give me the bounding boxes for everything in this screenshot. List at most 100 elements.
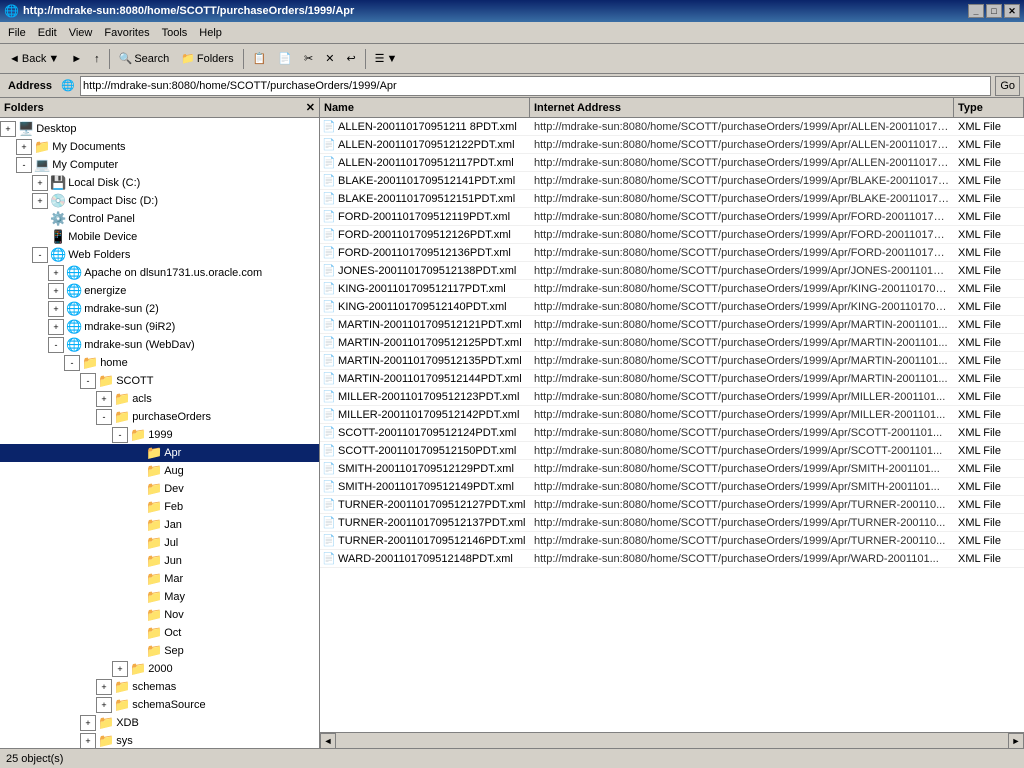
tree-item-may[interactable]: 📁 May <box>0 588 319 606</box>
views-dropdown-icon[interactable]: ▼ <box>387 53 398 65</box>
file-row[interactable]: 📄 SCOTT-2001101709512150PDT.xml http://m… <box>320 442 1024 460</box>
tree-expander[interactable]: + <box>16 139 32 155</box>
folders-close-button[interactable]: ✕ <box>306 101 315 114</box>
file-row[interactable]: 📄 KING-2001101709512140PDT.xml http://md… <box>320 298 1024 316</box>
menu-file[interactable]: File <box>2 25 32 41</box>
undo-button[interactable]: ↩ <box>341 49 360 68</box>
tree-item-my-docs[interactable]: + 📁 My Documents <box>0 138 319 156</box>
tree-item-jan[interactable]: 📁 Jan <box>0 516 319 534</box>
copy-button[interactable]: 📋 <box>248 49 272 68</box>
tree-expander[interactable]: + <box>48 283 64 299</box>
tree-item-compact-disc[interactable]: + 💿 Compact Disc (D:) <box>0 192 319 210</box>
tree-item-sep[interactable]: 📁 Sep <box>0 642 319 660</box>
menu-help[interactable]: Help <box>193 25 228 41</box>
tree-expander[interactable]: + <box>48 301 64 317</box>
horizontal-scrollbar[interactable]: ◄ ► <box>320 732 1024 748</box>
file-row[interactable]: 📄 FORD-2001101709512136PDT.xml http://md… <box>320 244 1024 262</box>
tree-item-scott[interactable]: - 📁 SCOTT <box>0 372 319 390</box>
col-header-internet[interactable]: Internet Address <box>530 98 954 117</box>
tree-expander[interactable]: - <box>16 157 32 173</box>
tree-expander[interactable]: + <box>96 679 112 695</box>
tree-expander[interactable]: - <box>48 337 64 353</box>
tree-item-year-1999[interactable]: - 📁 1999 <box>0 426 319 444</box>
tree-expander[interactable]: - <box>80 373 96 389</box>
tree-item-acls[interactable]: + 📁 acls <box>0 390 319 408</box>
address-input[interactable] <box>80 76 991 96</box>
tree-item-mobile-device[interactable]: 📱 Mobile Device <box>0 228 319 246</box>
tree-item-sys[interactable]: + 📁 sys <box>0 732 319 748</box>
window-controls[interactable]: _ □ ✕ <box>968 4 1020 18</box>
tree-item-mdrake-sun-webdav[interactable]: - 🌐 mdrake-sun (WebDav) <box>0 336 319 354</box>
tree-item-home[interactable]: - 📁 home <box>0 354 319 372</box>
file-row[interactable]: 📄 MARTIN-2001101709512125PDT.xml http://… <box>320 334 1024 352</box>
tree-item-mdrake-sun-9ir2[interactable]: + 🌐 mdrake-sun (9iR2) <box>0 318 319 336</box>
col-header-type[interactable]: Type <box>954 98 1024 117</box>
tree-expander[interactable]: - <box>64 355 80 371</box>
folders-tree[interactable]: + 🖥️ Desktop + 📁 My Documents - 💻 My Com… <box>0 118 319 748</box>
file-row[interactable]: 📄 SMITH-2001101709512149PDT.xml http://m… <box>320 478 1024 496</box>
tree-item-schemasource[interactable]: + 📁 schemaSource <box>0 696 319 714</box>
close-button[interactable]: ✕ <box>1004 4 1020 18</box>
file-row[interactable]: 📄 FORD-2001101709512119PDT.xml http://md… <box>320 208 1024 226</box>
tree-expander[interactable]: + <box>32 193 48 209</box>
tree-item-jun[interactable]: 📁 Jun <box>0 552 319 570</box>
tree-expander[interactable]: + <box>80 733 96 748</box>
tree-item-oct[interactable]: 📁 Oct <box>0 624 319 642</box>
tree-expander[interactable]: + <box>48 319 64 335</box>
file-row[interactable]: 📄 WARD-2001101709512148PDT.xml http://md… <box>320 550 1024 568</box>
file-list-body[interactable]: 📄 ALLEN-200110170951211 8PDT.xml http://… <box>320 118 1024 732</box>
tree-expander[interactable]: + <box>80 715 96 731</box>
tree-expander[interactable]: + <box>112 661 128 677</box>
tree-item-apache[interactable]: + 🌐 Apache on dlsun1731.us.oracle.com <box>0 264 319 282</box>
tree-expander[interactable]: - <box>112 427 128 443</box>
delete-button[interactable]: ✕ <box>320 49 339 68</box>
file-row[interactable]: 📄 ALLEN-2001101709512117PDT.xml http://m… <box>320 154 1024 172</box>
menu-view[interactable]: View <box>63 25 99 41</box>
tree-item-aug[interactable]: 📁 Aug <box>0 462 319 480</box>
tree-item-jul[interactable]: 📁 Jul <box>0 534 319 552</box>
file-row[interactable]: 📄 BLAKE-2001101709512141PDT.xml http://m… <box>320 172 1024 190</box>
minimize-button[interactable]: _ <box>968 4 984 18</box>
paste-button[interactable]: 📄 <box>273 49 297 68</box>
tree-expander[interactable]: - <box>32 247 48 263</box>
menu-favorites[interactable]: Favorites <box>98 25 155 41</box>
maximize-button[interactable]: □ <box>986 4 1002 18</box>
menu-tools[interactable]: Tools <box>156 25 194 41</box>
tree-item-apr[interactable]: 📁 Apr <box>0 444 319 462</box>
menu-edit[interactable]: Edit <box>32 25 63 41</box>
file-row[interactable]: 📄 MILLER-2001101709512123PDT.xml http://… <box>320 388 1024 406</box>
file-row[interactable]: 📄 MARTIN-2001101709512135PDT.xml http://… <box>320 352 1024 370</box>
tree-item-mar[interactable]: 📁 Mar <box>0 570 319 588</box>
file-row[interactable]: 📄 TURNER-2001101709512146PDT.xml http://… <box>320 532 1024 550</box>
tree-item-my-computer[interactable]: - 💻 My Computer <box>0 156 319 174</box>
tree-item-feb[interactable]: 📁 Feb <box>0 498 319 516</box>
tree-expander[interactable]: + <box>0 121 16 137</box>
file-row[interactable]: 📄 ALLEN-2001101709512122PDT.xml http://m… <box>320 136 1024 154</box>
file-row[interactable]: 📄 MARTIN-2001101709512144PDT.xml http://… <box>320 370 1024 388</box>
file-row[interactable]: 📄 MILLER-2001101709512142PDT.xml http://… <box>320 406 1024 424</box>
tree-item-year-2000[interactable]: + 📁 2000 <box>0 660 319 678</box>
file-row[interactable]: 📄 MARTIN-2001101709512121PDT.xml http://… <box>320 316 1024 334</box>
tree-item-schemas[interactable]: + 📁 schemas <box>0 678 319 696</box>
tree-item-local-disk[interactable]: + 💾 Local Disk (C:) <box>0 174 319 192</box>
file-row[interactable]: 📄 TURNER-2001101709512127PDT.xml http://… <box>320 496 1024 514</box>
search-button[interactable]: 🔍 Search <box>114 49 175 68</box>
up-button[interactable]: ↑ <box>89 50 105 68</box>
tree-item-nov[interactable]: 📁 Nov <box>0 606 319 624</box>
file-row[interactable]: 📄 TURNER-2001101709512137PDT.xml http://… <box>320 514 1024 532</box>
file-row[interactable]: 📄 SMITH-2001101709512129PDT.xml http://m… <box>320 460 1024 478</box>
tree-item-control-panel[interactable]: ⚙️ Control Panel <box>0 210 319 228</box>
file-row[interactable]: 📄 FORD-2001101709512126PDT.xml http://md… <box>320 226 1024 244</box>
views-button[interactable]: ☰ ▼ <box>370 49 403 68</box>
file-row[interactable]: 📄 BLAKE-2001101709512151PDT.xml http://m… <box>320 190 1024 208</box>
forward-button[interactable]: ► <box>66 50 87 68</box>
tree-expander[interactable]: + <box>48 265 64 281</box>
back-button[interactable]: ◄ Back ▼ <box>4 50 64 68</box>
tree-item-energize[interactable]: + 🌐 energize <box>0 282 319 300</box>
scroll-right-button[interactable]: ► <box>1008 733 1024 749</box>
tree-expander[interactable]: + <box>96 697 112 713</box>
folders-button[interactable]: 📁 Folders <box>176 49 238 68</box>
back-dropdown-icon[interactable]: ▼ <box>48 53 59 65</box>
file-row[interactable]: 📄 KING-2001101709512117PDT.xml http://md… <box>320 280 1024 298</box>
tree-item-xdb[interactable]: + 📁 XDB <box>0 714 319 732</box>
